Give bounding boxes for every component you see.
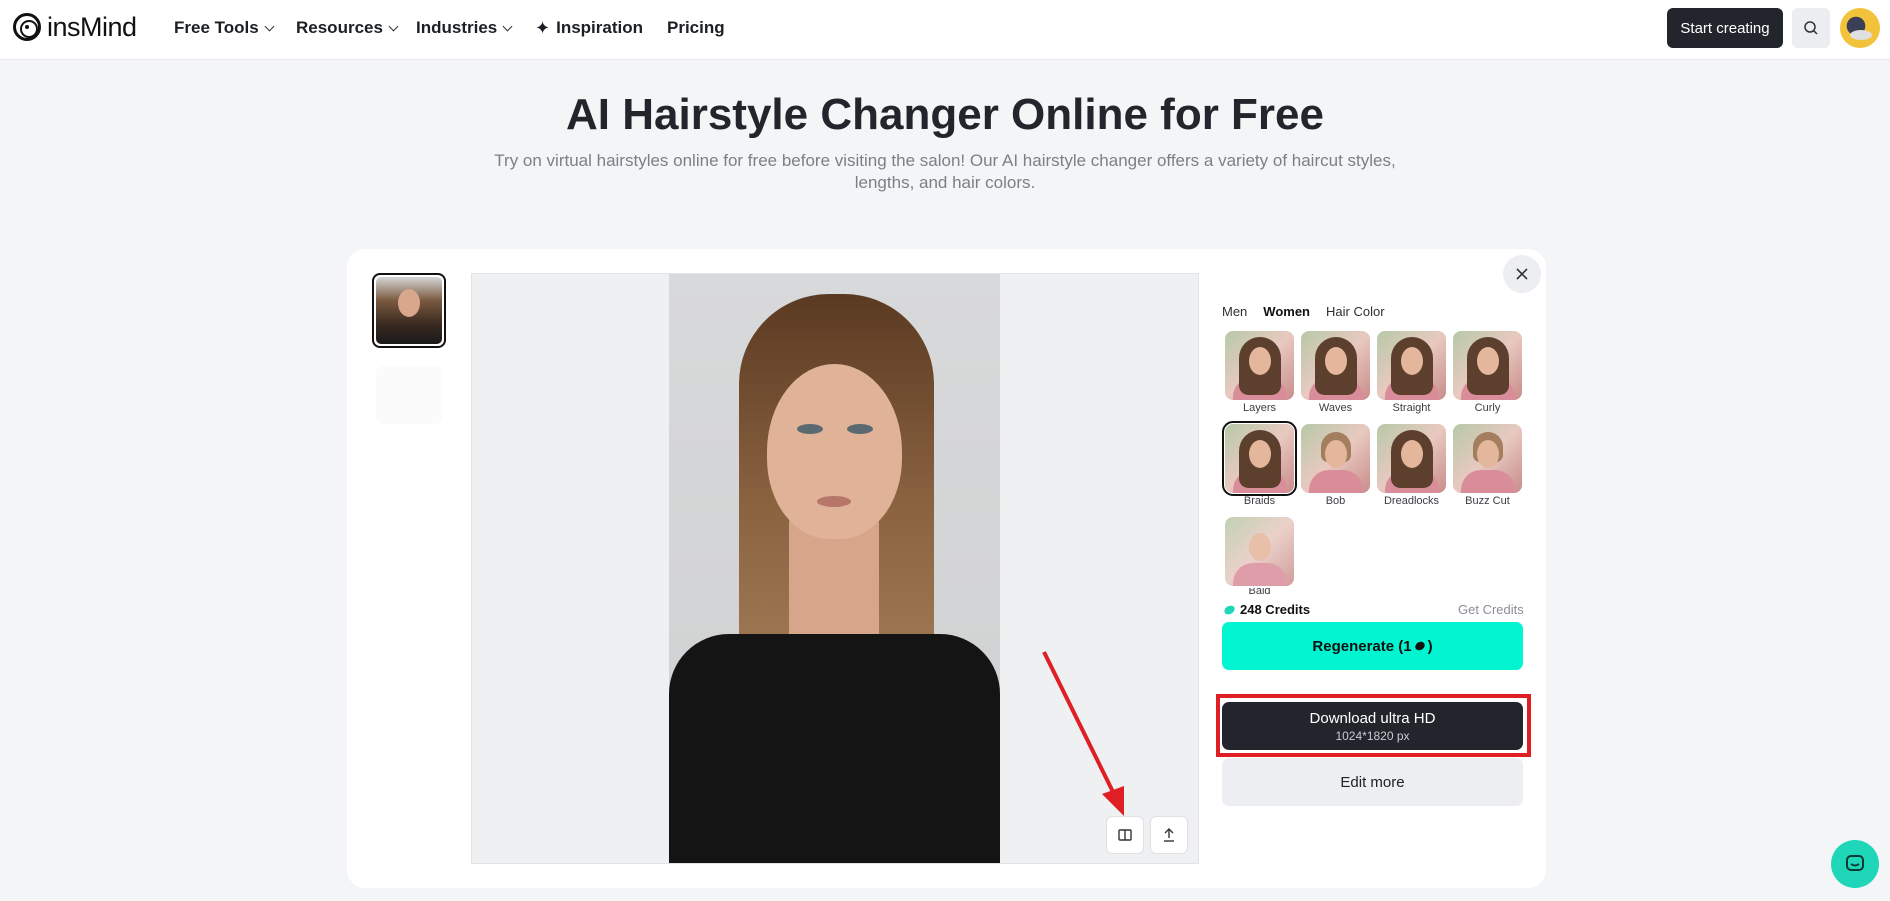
compare-button[interactable]	[1106, 816, 1144, 854]
style-label: Braids	[1243, 495, 1276, 507]
style-tile-buzz-cut[interactable]	[1453, 424, 1522, 493]
nav-resources-label: Resources	[296, 18, 383, 37]
page-title: AI Hairstyle Changer Online for Free	[566, 90, 1324, 139]
style-tile-layers[interactable]	[1225, 331, 1294, 400]
brand-logo[interactable]: insMind	[13, 11, 137, 42]
sparkle-icon: ✦	[535, 17, 551, 38]
style-label: Bob	[1325, 495, 1346, 507]
eye-shape	[797, 424, 823, 434]
history-thumbnail-active[interactable]	[372, 273, 446, 348]
get-credits-link[interactable]: Get Credits	[1458, 602, 1524, 617]
style-tile-curly[interactable]	[1453, 331, 1522, 400]
nav-inspiration-label: Inspiration	[556, 18, 643, 37]
face-shape	[767, 364, 902, 539]
history-thumbnail-placeholder	[376, 366, 442, 424]
nav-industries[interactable]: Industries	[416, 16, 513, 40]
credit-gem-icon	[1222, 603, 1237, 616]
style-label: Waves	[1318, 402, 1353, 414]
credit-gem-icon	[1413, 640, 1426, 652]
style-tile-straight[interactable]	[1377, 331, 1446, 400]
page-subtitle: Try on virtual hairstyles online for fre…	[494, 151, 1396, 192]
chat-support-button[interactable]	[1831, 840, 1879, 888]
download-size: 1024*1820 px	[1335, 728, 1410, 743]
nav-pricing-label: Pricing	[667, 18, 725, 37]
download-label: Download ultra HD	[1309, 709, 1436, 727]
credits-balance: 248 Credits	[1222, 602, 1311, 617]
edit-more-button[interactable]: Edit more	[1222, 758, 1523, 806]
thumbnail-image	[376, 277, 442, 344]
style-tile-bob[interactable]	[1301, 424, 1370, 493]
user-avatar[interactable]	[1840, 8, 1880, 48]
upload-icon	[1164, 828, 1174, 842]
chat-icon	[1846, 855, 1864, 871]
tab-men[interactable]: Men	[1222, 304, 1247, 319]
annotation-arrow-icon	[1042, 651, 1124, 816]
tab-women[interactable]: Women	[1263, 304, 1310, 319]
style-label: Straight	[1392, 402, 1431, 414]
tab-hair-color[interactable]: Hair Color	[1326, 304, 1385, 319]
style-tile-bald[interactable]	[1225, 517, 1294, 586]
regenerate-suffix: )	[1427, 637, 1433, 655]
search-button[interactable]	[1792, 8, 1830, 48]
style-tile-braids[interactable]	[1222, 421, 1297, 496]
start-creating-button[interactable]: Start creating	[1667, 8, 1783, 48]
chevron-down-icon	[264, 21, 275, 31]
style-label: Layers	[1242, 402, 1277, 414]
download-ultra-hd-button[interactable]: Download ultra HD 1024*1820 px	[1222, 702, 1523, 750]
clothing-shape	[669, 634, 1000, 863]
style-label: Buzz Cut	[1465, 495, 1510, 507]
insmind-logo-icon	[13, 13, 41, 41]
nav-resources[interactable]: Resources	[296, 16, 399, 40]
brand-name: insMind	[47, 11, 137, 42]
nav-free-tools-label: Free Tools	[174, 18, 259, 37]
nav-inspiration[interactable]: ✦ Inspiration	[535, 16, 643, 40]
nav-free-tools[interactable]: Free Tools	[174, 16, 275, 40]
style-category-tabs: Men Women Hair Color	[1222, 304, 1401, 319]
style-label: Dreadlocks	[1383, 495, 1440, 507]
nav-pricing[interactable]: Pricing	[667, 16, 725, 40]
close-button[interactable]	[1503, 255, 1541, 293]
compare-icon	[1118, 829, 1132, 841]
top-nav: insMind Free Tools Resources Industries …	[0, 0, 1890, 60]
style-label: Curly	[1474, 402, 1501, 414]
regenerate-button[interactable]: Regenerate (1 )	[1222, 622, 1523, 670]
close-icon	[1516, 268, 1528, 280]
eye-shape	[847, 424, 873, 434]
style-label: Bald	[1248, 588, 1271, 594]
regenerate-label: Regenerate (1	[1312, 637, 1412, 655]
chevron-down-icon	[388, 21, 399, 31]
style-tile-dreadlocks[interactable]	[1377, 424, 1446, 493]
lips-shape	[817, 496, 851, 507]
nav-industries-label: Industries	[416, 18, 498, 37]
upload-button[interactable]	[1150, 816, 1188, 854]
result-image	[669, 274, 1000, 863]
credits-text: 248 Credits	[1240, 602, 1311, 617]
search-icon	[1804, 21, 1818, 35]
style-tile-waves[interactable]	[1301, 331, 1370, 400]
chevron-down-icon	[502, 21, 513, 31]
